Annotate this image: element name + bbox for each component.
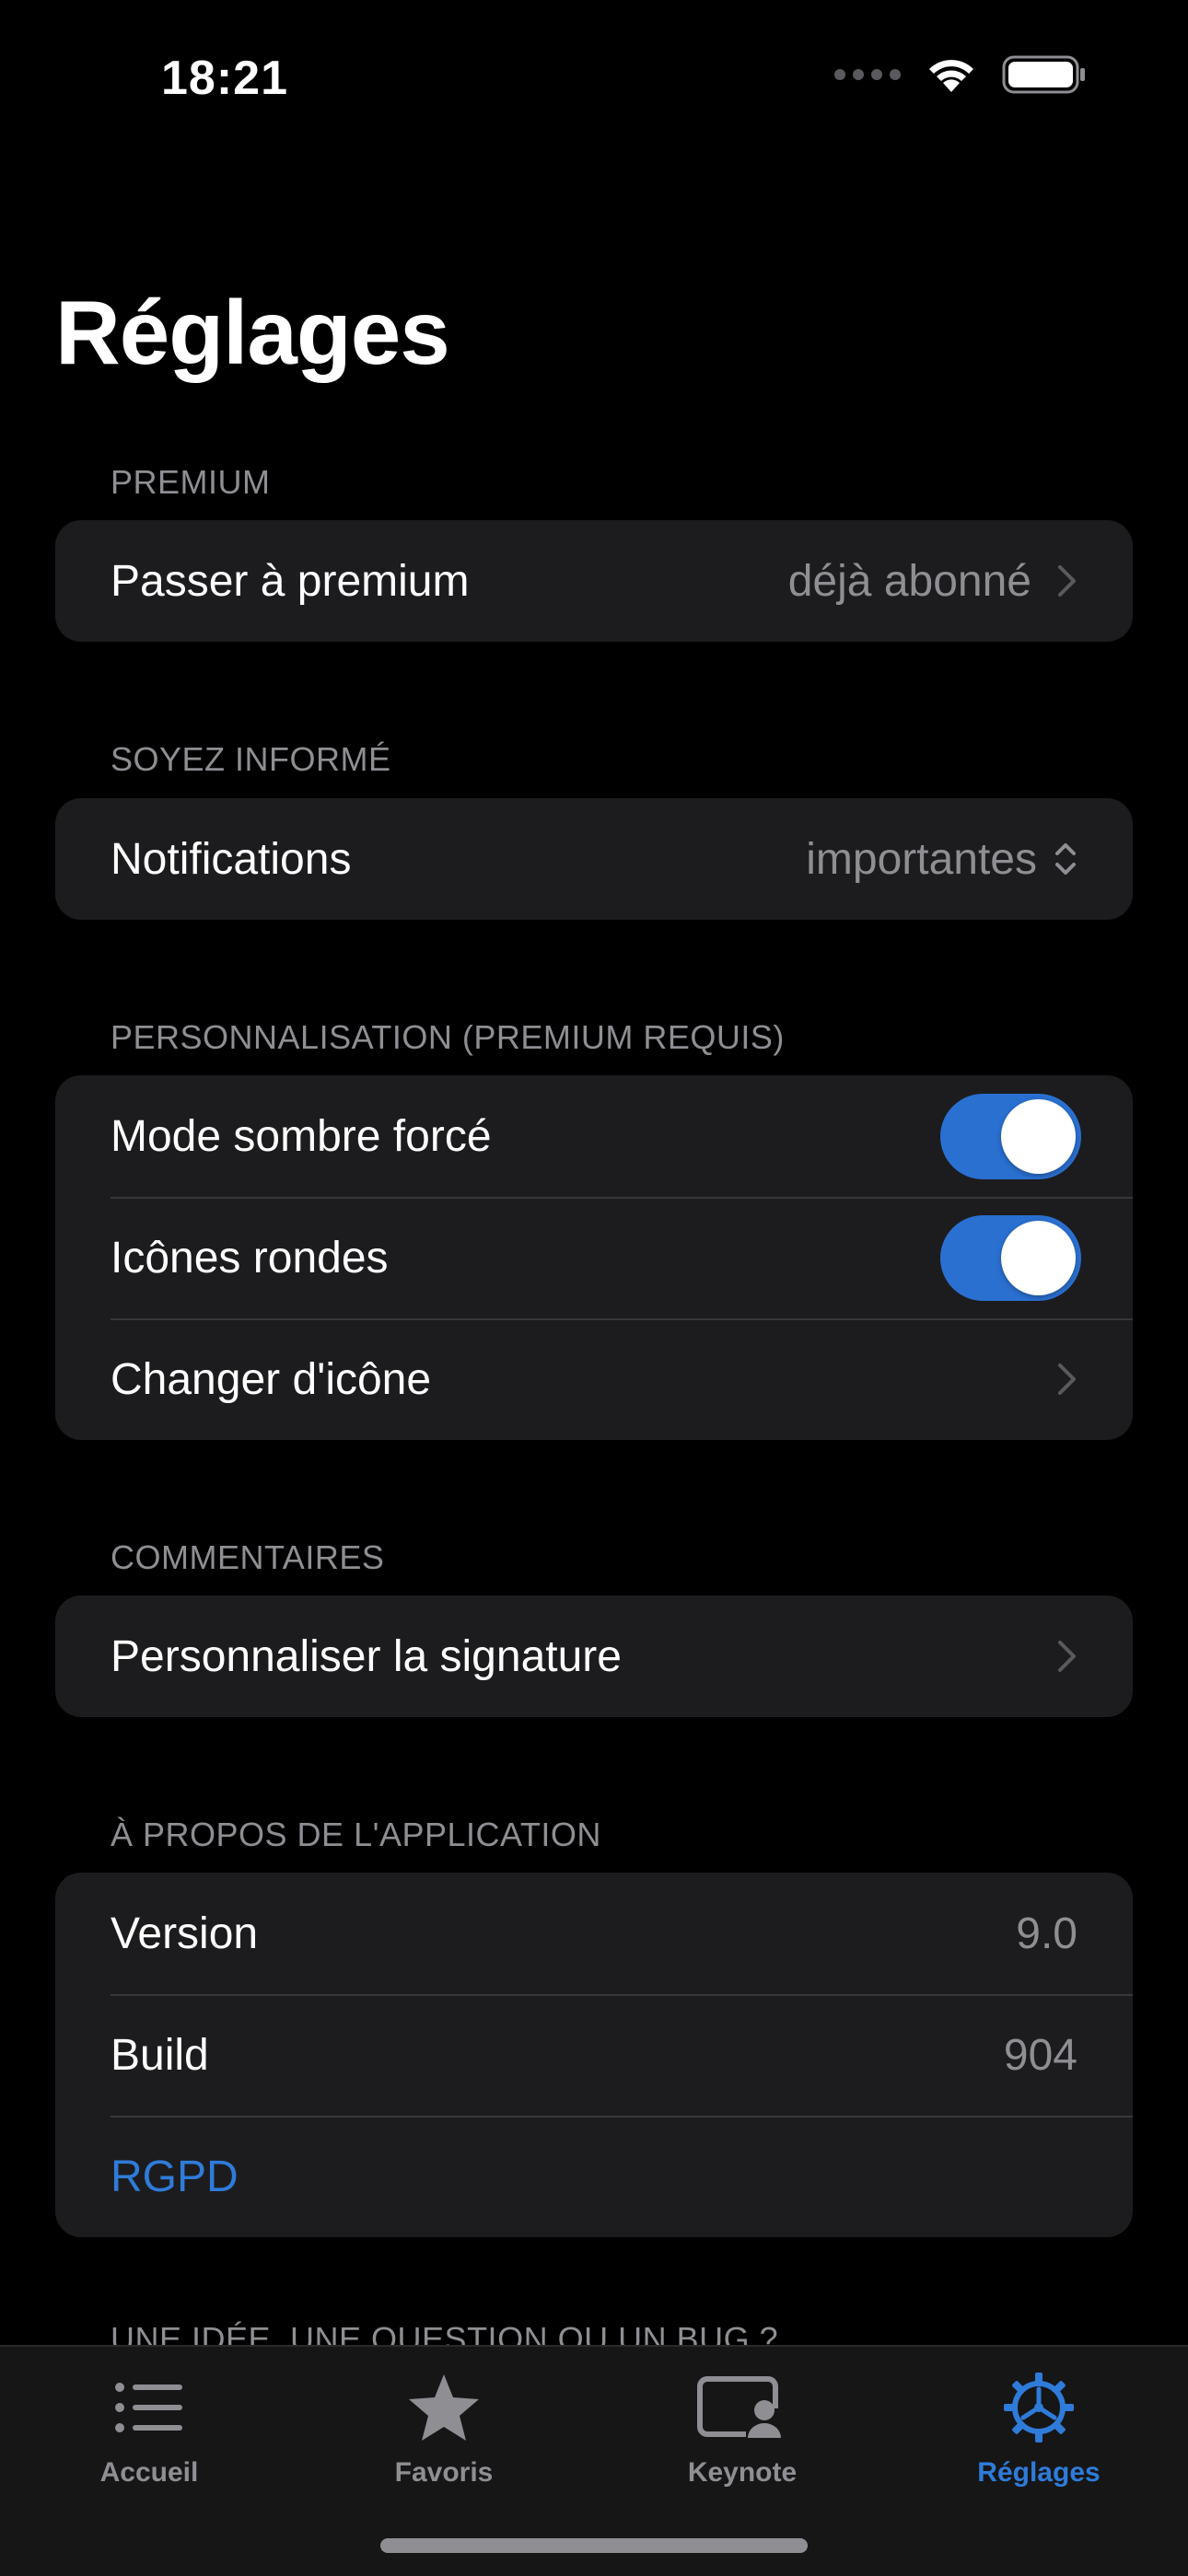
row-label: Build bbox=[111, 2030, 209, 2080]
version-value: 9.0 bbox=[1016, 1909, 1077, 1958]
row-label: Version bbox=[111, 1909, 259, 1958]
tab-accueil[interactable]: Accueil bbox=[39, 2361, 260, 2489]
row-notifications[interactable]: Notifications importantes bbox=[55, 798, 1133, 920]
cellular-signal-icon bbox=[834, 69, 901, 80]
keynote-icon bbox=[697, 2376, 788, 2440]
row-passer-premium[interactable]: Passer à premium déjà abonné bbox=[55, 520, 1133, 642]
tab-label: Accueil bbox=[99, 2457, 199, 2488]
group-personnalisation: Mode sombre forcé Icônes rondes Changer … bbox=[55, 1075, 1133, 1440]
round-icons-toggle[interactable] bbox=[940, 1214, 1081, 1301]
row-changer-icone[interactable]: Changer d'icône bbox=[55, 1318, 1133, 1440]
tab-label: Keynote bbox=[687, 2457, 798, 2488]
tab-favoris[interactable]: Favoris bbox=[333, 2361, 554, 2489]
page-title: Réglages bbox=[55, 282, 450, 383]
row-value: déjà abonné bbox=[787, 556, 1031, 606]
row-version: Version 9.0 bbox=[55, 1873, 1133, 1994]
section-header-informe: SOYEZ INFORMÉ bbox=[111, 740, 391, 778]
group-informe: Notifications importantes bbox=[55, 798, 1133, 920]
row-label: Notifications bbox=[111, 834, 352, 884]
row-label: Changer d'icône bbox=[111, 1354, 432, 1404]
group-apropos: Version 9.0 Build 904 RGPD bbox=[55, 1873, 1133, 2237]
row-label: Mode sombre forcé bbox=[111, 1111, 492, 1161]
chevron-right-icon bbox=[1058, 1363, 1076, 1395]
status-bar: 18:21 bbox=[0, 0, 1188, 157]
row-icones-rondes: Icônes rondes bbox=[55, 1197, 1133, 1318]
group-commentaires: Personnaliser la signature bbox=[55, 1595, 1133, 1717]
wifi-icon bbox=[929, 60, 973, 92]
home-indicator[interactable] bbox=[380, 2538, 808, 2553]
rgpd-link[interactable]: RGPD bbox=[111, 2152, 1077, 2202]
status-time: 18:21 bbox=[161, 52, 288, 105]
battery-icon bbox=[1002, 55, 1085, 94]
section-header-premium: PREMIUM bbox=[111, 463, 271, 501]
row-label: Icônes rondes bbox=[111, 1233, 389, 1282]
dark-mode-toggle[interactable] bbox=[940, 1093, 1081, 1179]
section-header-apropos: À PROPOS DE L'APPLICATION bbox=[111, 1816, 601, 1853]
toggle-knob bbox=[1001, 1220, 1076, 1295]
chevron-right-icon bbox=[1058, 565, 1076, 597]
row-build: Build 904 bbox=[55, 1994, 1133, 2116]
row-rgpd[interactable]: RGPD bbox=[55, 2116, 1133, 2237]
toggle-knob bbox=[1001, 1098, 1076, 1174]
section-header-commentaires: COMMENTAIRES bbox=[111, 1538, 385, 1576]
row-label: Personnaliser la signature bbox=[111, 1631, 622, 1681]
chevron-right-icon bbox=[1058, 1641, 1076, 1672]
gear-icon bbox=[1004, 2373, 1074, 2443]
group-premium: Passer à premium déjà abonné bbox=[55, 520, 1133, 642]
tab-reglages[interactable]: Réglages bbox=[928, 2361, 1149, 2489]
row-mode-sombre: Mode sombre forcé bbox=[55, 1075, 1133, 1197]
chevron-up-down-icon bbox=[1055, 843, 1076, 875]
section-header-personnalisation: PERSONNALISATION (PREMIUM REQUIS) bbox=[111, 1018, 785, 1056]
star-icon bbox=[409, 2374, 479, 2441]
notifications-value: importantes bbox=[806, 834, 1037, 884]
row-signature[interactable]: Personnaliser la signature bbox=[55, 1595, 1133, 1717]
tab-label: Réglages bbox=[977, 2457, 1101, 2488]
list-icon bbox=[115, 2383, 182, 2432]
build-value: 904 bbox=[1003, 2030, 1077, 2080]
status-icons bbox=[834, 55, 1087, 94]
tab-keynote[interactable]: Keynote bbox=[632, 2361, 853, 2489]
tab-label: Favoris bbox=[394, 2457, 494, 2488]
row-label: Passer à premium bbox=[111, 556, 470, 606]
